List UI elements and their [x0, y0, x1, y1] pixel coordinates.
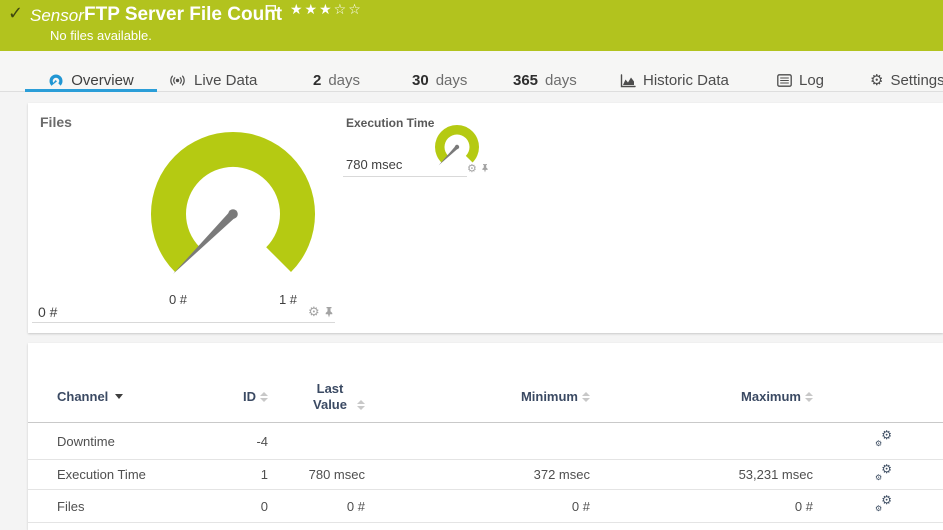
- table-row: Files 0 0 # 0 # 0 # ⚙⚙: [28, 490, 943, 523]
- gauges-panel: Files 0 # 1 # 0 # ⚙ Execution Time 780 m…: [28, 103, 943, 333]
- tab-log[interactable]: Log: [777, 67, 824, 94]
- col-header-channel[interactable]: Channel: [57, 389, 208, 404]
- sort-icon: [357, 400, 365, 410]
- header-label: Maximum: [741, 389, 801, 404]
- channel-minimum: 0 #: [365, 499, 590, 514]
- col-header-minimum[interactable]: Minimum: [365, 389, 590, 404]
- channel-maximum: 53,231 msec: [590, 467, 813, 482]
- execution-time-current-value: 780 msec: [346, 157, 402, 172]
- edit-channel-icon[interactable]: ⚙⚙: [875, 432, 892, 447]
- channel-minimum: 372 msec: [365, 467, 590, 482]
- sensor-status-banner: ✓ Sensor FTP Server File Count ★★★☆☆ No …: [0, 0, 943, 51]
- stars-empty: ☆☆: [334, 2, 363, 18]
- channels-table-panel: Channel ID Last Value Minimum Maximum Do…: [28, 343, 943, 530]
- channel-id: -4: [208, 434, 268, 449]
- sensor-message: No files available.: [50, 28, 152, 43]
- files-gauge-max-label: 1 #: [268, 292, 308, 307]
- col-header-id[interactable]: ID: [208, 389, 268, 404]
- tab-number: 30: [412, 72, 429, 89]
- tab-label: days: [545, 72, 577, 89]
- gauge-icon: [48, 73, 64, 89]
- status-check-icon: ✓: [8, 3, 23, 24]
- priority-stars[interactable]: ★★★☆☆: [290, 2, 363, 18]
- active-tab-underline: [25, 89, 157, 92]
- log-icon: [777, 74, 792, 87]
- tab-label: Historic Data: [643, 72, 729, 89]
- table-row: Execution Time 1 780 msec 372 msec 53,23…: [28, 460, 943, 490]
- files-block-divider: [32, 322, 335, 323]
- channel-last-value: 780 msec: [268, 467, 365, 482]
- execution-block-divider: [343, 176, 467, 177]
- col-header-last-value[interactable]: Last Value: [268, 381, 365, 412]
- tab-number: 2: [313, 72, 321, 89]
- channel-name[interactable]: Downtime: [57, 434, 208, 449]
- tab-label: days: [436, 72, 468, 89]
- page-title: FTP Server File Count: [84, 4, 282, 26]
- tab-label: Log: [799, 72, 824, 89]
- broadcast-icon: [168, 74, 187, 87]
- edit-channel-icon[interactable]: ⚙⚙: [875, 466, 892, 481]
- table-row: Downtime -4 ⚙⚙: [28, 423, 943, 460]
- area-chart-icon: [620, 74, 636, 88]
- tab-label: Settings: [890, 72, 943, 89]
- tab-settings[interactable]: ⚙ Settings: [870, 67, 943, 94]
- header-label: ID: [243, 389, 256, 404]
- sort-icon: [805, 392, 813, 402]
- flag-icon[interactable]: [265, 4, 277, 23]
- stars-filled: ★★★: [290, 2, 334, 18]
- tab-bar: Overview Live Data 2 days 30 days 365 da…: [0, 51, 943, 92]
- header-label: Last Value: [307, 381, 353, 412]
- channel-name[interactable]: Files: [57, 499, 208, 514]
- execution-time-gauge-title: Execution Time: [346, 116, 434, 130]
- channel-maximum: 0 #: [590, 499, 813, 514]
- col-header-maximum[interactable]: Maximum: [590, 389, 813, 404]
- files-gauge: [143, 124, 323, 304]
- edit-channel-icon[interactable]: ⚙⚙: [875, 497, 892, 512]
- gauge-settings-icon[interactable]: ⚙: [467, 163, 477, 174]
- channel-last-value: 0 #: [268, 499, 365, 514]
- sort-icon: [582, 392, 590, 402]
- sort-icon: [260, 392, 268, 402]
- table-header-row: Channel ID Last Value Minimum Maximum: [28, 343, 943, 423]
- tab-number: 365: [513, 72, 538, 89]
- header-label: Channel: [57, 389, 108, 404]
- gauge-settings-icon[interactable]: ⚙: [308, 306, 320, 319]
- tab-label: Live Data: [194, 72, 257, 89]
- header-label: Minimum: [521, 389, 578, 404]
- files-current-value: 0 #: [38, 304, 57, 320]
- tab-2-days[interactable]: 2 days: [313, 67, 360, 94]
- files-gauge-tools: ⚙: [308, 306, 334, 319]
- gear-icon: ⚙: [870, 73, 883, 88]
- tab-live-data[interactable]: Live Data: [168, 67, 257, 94]
- sensor-kind-label: Sensor: [30, 6, 84, 26]
- tab-historic-data[interactable]: Historic Data: [620, 67, 729, 94]
- channel-name[interactable]: Execution Time: [57, 467, 208, 482]
- channel-id: 0: [208, 499, 268, 514]
- tab-label: days: [328, 72, 360, 89]
- pin-icon[interactable]: [324, 306, 334, 319]
- tab-365-days[interactable]: 365 days: [513, 67, 577, 94]
- files-gauge-title: Files: [40, 114, 72, 130]
- execution-gauge-tools: ⚙: [467, 163, 489, 174]
- tab-30-days[interactable]: 30 days: [412, 67, 467, 94]
- channel-id: 1: [208, 467, 268, 482]
- sort-desc-icon: [115, 394, 123, 399]
- tab-label: Overview: [71, 72, 134, 89]
- pin-icon[interactable]: [481, 163, 489, 174]
- files-gauge-min-label: 0 #: [158, 292, 198, 307]
